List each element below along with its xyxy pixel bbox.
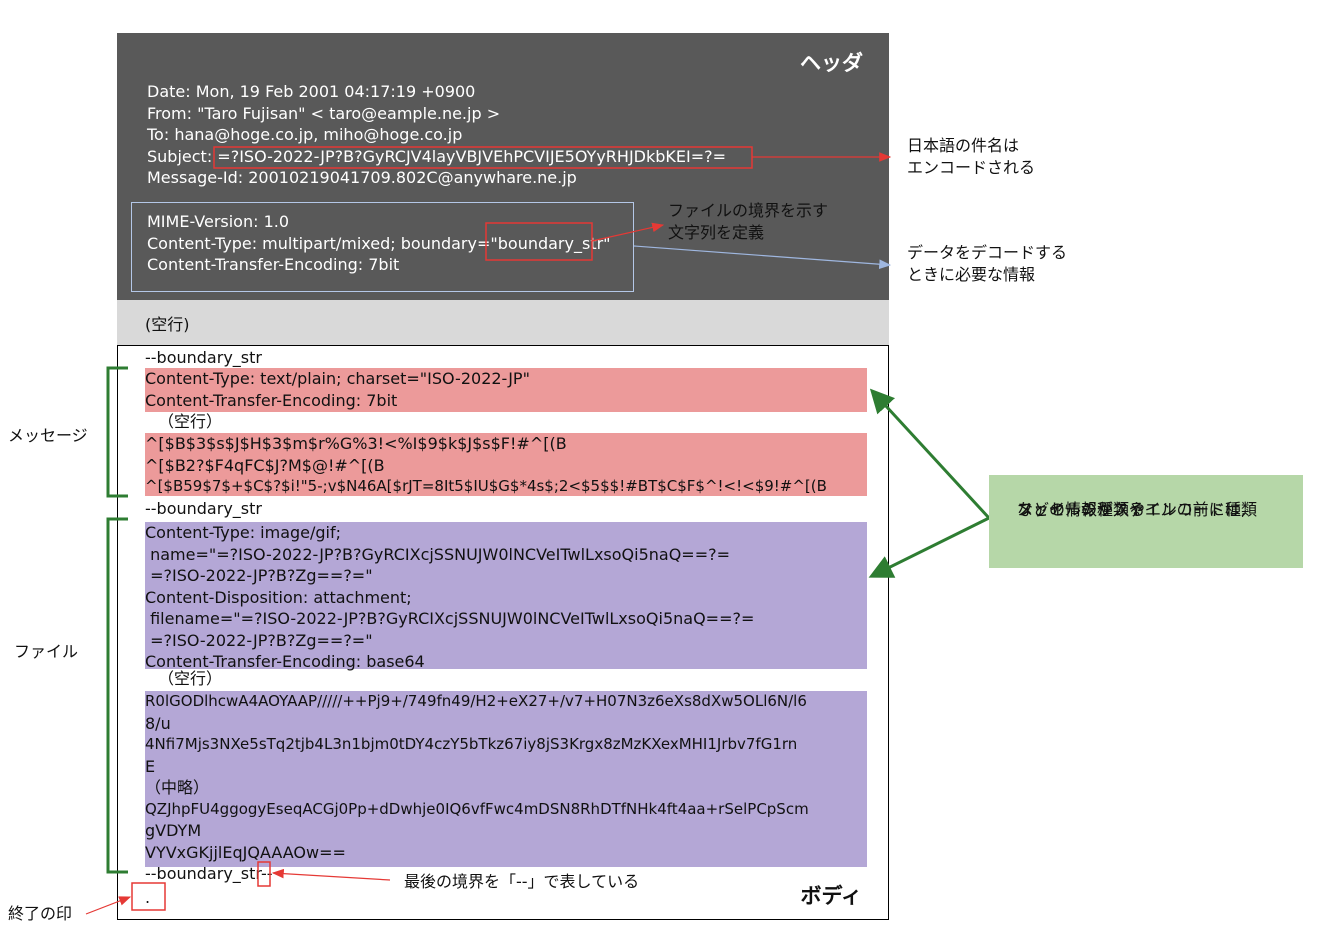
file-label: ファイル bbox=[14, 642, 79, 661]
subject-note-line-2: エンコードされる bbox=[907, 158, 1036, 177]
note-arrow-message bbox=[869, 388, 991, 520]
boundary-note-line-2: 文字列を定義 bbox=[668, 223, 765, 242]
message-bracket bbox=[106, 366, 128, 498]
info-note-line-3: などの情報が入る bbox=[1017, 500, 1146, 519]
subject-highlight-box bbox=[213, 146, 753, 169]
final-dashes-box bbox=[257, 861, 271, 887]
message-label: メッセージ bbox=[8, 426, 88, 445]
end-mark-box bbox=[131, 882, 166, 911]
encoding-note-line-1: データをデコードする bbox=[907, 243, 1068, 262]
end-mark-label: 終了の印 bbox=[8, 904, 73, 923]
last-boundary-note: 最後の境界を「--」で表している bbox=[404, 872, 640, 891]
boundary-arrow bbox=[591, 222, 665, 242]
annotation-overlay bbox=[85, 146, 991, 915]
file-bracket bbox=[106, 517, 128, 874]
boundary-highlight-box bbox=[485, 222, 593, 261]
note-arrow-file bbox=[868, 516, 990, 578]
end-mark-arrow bbox=[85, 896, 132, 915]
encoding-note-line-2: ときに必要な情報 bbox=[907, 265, 1036, 284]
subject-note-line-1: 日本語の件名は bbox=[907, 136, 1020, 155]
info-note-box: メッセージやファイルの前には, ファイルの種類やエンコード種類 などの情報が入る bbox=[989, 475, 1303, 568]
boundary-note-line-1: ファイルの境界を示す bbox=[668, 201, 829, 220]
encoding-arrow bbox=[633, 245, 892, 269]
final-boundary-arrow bbox=[271, 868, 391, 881]
